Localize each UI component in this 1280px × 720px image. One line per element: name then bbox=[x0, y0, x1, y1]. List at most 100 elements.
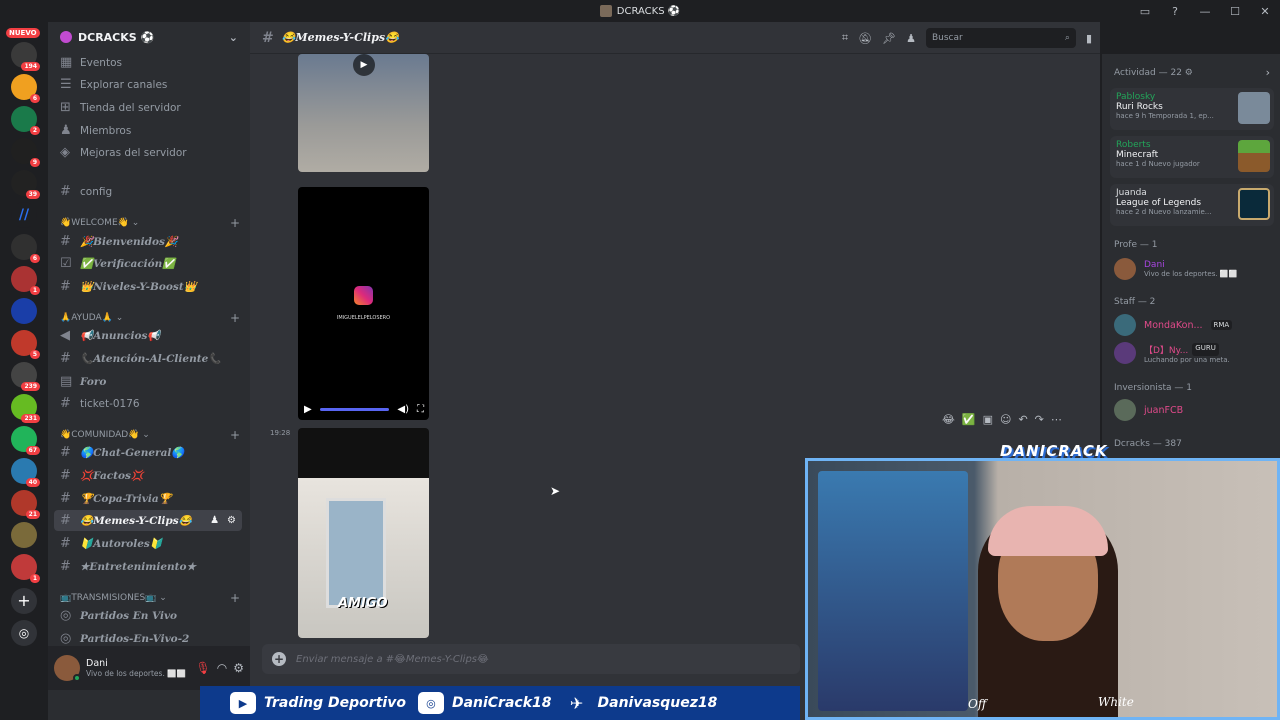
activity-card[interactable]: Juanda League of Legends hace 2 d Nuevo … bbox=[1110, 184, 1274, 226]
sidebar-item-mejoras[interactable]: ◈ Mejoras del servidor bbox=[54, 142, 242, 163]
play-icon[interactable]: ▶ bbox=[304, 404, 312, 415]
hash-icon: # bbox=[60, 513, 71, 528]
reply-icon[interactable]: ↶ bbox=[1018, 413, 1027, 426]
channel-anuncios[interactable]: ◀ 📢Anuncios📢 bbox=[54, 325, 242, 346]
message-composer[interactable]: + Enviar mensaje a #😂Memes-Y-Clips😂 bbox=[262, 644, 800, 674]
sidebar-item-eventos[interactable]: ▦ Eventos bbox=[54, 52, 242, 73]
channel-memes-clips[interactable]: # 😂Memes-Y-Clips😂 ♟ ⚙ bbox=[54, 510, 242, 531]
notifications-muted-icon[interactable]: 🔕︎ bbox=[858, 32, 872, 45]
explore-servers-icon[interactable]: ◎ bbox=[11, 620, 37, 646]
channel-bienvenidos[interactable]: # 🎉Bienvenidos🎉 bbox=[54, 231, 242, 252]
hash-icon: # bbox=[262, 29, 274, 46]
server-icon[interactable]: 21 bbox=[11, 490, 40, 519]
channel-verificacion[interactable]: ☑ ✅Verificación✅ bbox=[54, 253, 242, 274]
mic-muted-icon[interactable]: 🎙︎ bbox=[196, 661, 211, 675]
server-icon[interactable] bbox=[11, 298, 37, 324]
channel-config[interactable]: # config bbox=[54, 181, 242, 202]
server-icon[interactable]: // bbox=[11, 202, 37, 228]
sidebar-item-miembros[interactable]: ♟ Miembros bbox=[54, 120, 242, 141]
channel-partidos[interactable]: ◎ Partidos En Vivo bbox=[54, 605, 242, 626]
category-transmisiones[interactable]: 📺TRANSMISIONES📺 ⌄ + bbox=[60, 591, 240, 605]
sidebar-item-explorar[interactable]: ☰ Explorar canales bbox=[54, 74, 242, 95]
new-badge: NUEVO bbox=[6, 28, 40, 38]
avatar bbox=[1114, 342, 1136, 364]
member-item[interactable]: juanFCB bbox=[1114, 397, 1274, 423]
sidebar-item-tienda[interactable]: ⊞ Tienda del servidor bbox=[54, 97, 242, 118]
reaction-laugh-icon[interactable]: 😂 bbox=[942, 413, 955, 426]
add-channel-icon[interactable]: + bbox=[230, 216, 240, 230]
channel-foro[interactable]: ▤ Foro bbox=[54, 371, 242, 392]
video-attachment-instagram[interactable]: IMIGUELELPELOSERO ▶ ◀) ⛶ bbox=[298, 187, 429, 420]
server-icon[interactable]: 6 bbox=[11, 234, 40, 263]
add-channel-icon[interactable]: + bbox=[230, 591, 240, 605]
add-server-icon[interactable]: + bbox=[11, 588, 37, 614]
server-icon[interactable]: 9 bbox=[11, 138, 40, 167]
channel-atencion[interactable]: # 📞Atención-Al-Cliente📞 bbox=[54, 348, 242, 369]
server-icon[interactable]: 67 bbox=[11, 426, 40, 455]
forward-icon[interactable]: ↷ bbox=[1035, 413, 1044, 426]
reaction-custom-icon[interactable]: ▣ bbox=[983, 413, 993, 426]
server-icon[interactable]: 6 bbox=[11, 74, 40, 103]
channel-autoroles[interactable]: # 🔰Autoroles🔰 bbox=[54, 533, 242, 554]
member-item[interactable]: 【D】Ny... GURU Luchando por una meta. bbox=[1114, 340, 1274, 366]
category-welcome[interactable]: 👋WELCOME👋 ⌄ + bbox=[60, 216, 240, 230]
chevron-right-icon[interactable]: › bbox=[1266, 66, 1270, 79]
server-icon[interactable]: 5 bbox=[11, 330, 40, 359]
server-icon[interactable]: 40 bbox=[11, 458, 40, 487]
pin-icon[interactable]: 📌︎ bbox=[882, 32, 896, 45]
volume-icon[interactable]: ◀) bbox=[397, 404, 409, 415]
volume-slider[interactable] bbox=[319, 407, 390, 411]
invite-icon[interactable]: ♟ bbox=[210, 515, 219, 526]
server-icon[interactable] bbox=[11, 522, 37, 548]
close-button[interactable]: ✕ bbox=[1250, 0, 1280, 22]
user-name: Dani bbox=[86, 658, 108, 669]
channel-copa-trivia[interactable]: # 🏆Copa-Trivia🏆 bbox=[54, 488, 242, 509]
channel-ticket[interactable]: # ticket-0176 bbox=[54, 393, 242, 414]
headphones-icon[interactable]: ◠ bbox=[217, 661, 227, 675]
channel-chat-general[interactable]: # 🌎Chat-General🌎 bbox=[54, 442, 242, 463]
member-list-icon[interactable]: ♟ bbox=[906, 32, 916, 45]
server-list: NUEVO 194 6 2 9 39 // 6 1 5 239 231 67 4… bbox=[0, 22, 48, 720]
play-icon[interactable]: ▶ bbox=[353, 54, 375, 76]
server-icon[interactable]: 39 bbox=[11, 170, 40, 199]
channel-entretenimiento[interactable]: # ★Entretenimiento★ bbox=[54, 556, 242, 577]
category-ayuda[interactable]: 🙏AYUDA🙏 ⌄ + bbox=[60, 311, 240, 325]
member-item[interactable]: MondaKon... RMA bbox=[1114, 312, 1274, 338]
message-hover-toolbar: 😂 ✅ ▣ ☺ ↶ ↷ ⋯ bbox=[942, 410, 1062, 428]
server-icon[interactable]: 231 bbox=[11, 394, 40, 423]
activity-card[interactable]: Roberts Minecraft hace 1 d Nuevo jugador bbox=[1110, 136, 1274, 178]
video-attachment[interactable]: AMIGO bbox=[298, 428, 429, 638]
more-icon[interactable]: ⋯ bbox=[1051, 413, 1062, 426]
add-attachment-icon[interactable]: + bbox=[272, 652, 286, 666]
server-icon[interactable]: 1 bbox=[11, 266, 40, 295]
gear-icon[interactable]: ⚙ bbox=[227, 515, 236, 526]
chevron-down-icon[interactable]: ⌄ bbox=[229, 31, 238, 44]
reaction-check-icon[interactable]: ✅ bbox=[962, 413, 976, 426]
server-icon[interactable]: 1 bbox=[11, 554, 40, 583]
search-input[interactable]: Buscar ⌕ bbox=[925, 28, 1076, 48]
server-header[interactable]: DCRACKS ⚽ ⌄ bbox=[48, 22, 250, 52]
add-channel-icon[interactable]: + bbox=[230, 428, 240, 442]
channel-factos[interactable]: # 💢Factos💢 bbox=[54, 465, 242, 486]
settings-icon[interactable]: ⚙ bbox=[233, 661, 244, 675]
add-channel-icon[interactable]: + bbox=[230, 311, 240, 325]
server-icon[interactable]: 194 bbox=[11, 42, 40, 71]
member-item[interactable]: Dani Vivo de los deportes. ⬜⬜ bbox=[1114, 256, 1274, 282]
server-icon[interactable]: 239 bbox=[11, 362, 40, 391]
threads-icon[interactable]: ⌗ bbox=[842, 31, 848, 45]
webcam-overlay: Off White bbox=[805, 458, 1280, 720]
fullscreen-icon[interactable]: ⛶ bbox=[417, 404, 424, 415]
minimize-button[interactable]: — bbox=[1190, 0, 1220, 22]
avatar bbox=[1114, 314, 1136, 336]
category-comunidad[interactable]: 👋COMUNIDAD👋 ⌄ + bbox=[60, 428, 240, 442]
add-reaction-icon[interactable]: ☺ bbox=[1000, 413, 1011, 426]
video-attachment[interactable]: ▶ bbox=[298, 54, 429, 172]
inbox-icon[interactable]: ▭ bbox=[1130, 0, 1160, 22]
help-icon[interactable]: ? bbox=[1160, 0, 1190, 22]
channel-niveles[interactable]: # 👑Niveles-Y-Boost👑 bbox=[54, 276, 242, 297]
inbox-icon[interactable]: ▮ bbox=[1086, 32, 1092, 45]
avatar[interactable] bbox=[54, 655, 81, 682]
activity-card[interactable]: Pablosky Ruri Rocks hace 9 h Temporada 1… bbox=[1110, 88, 1274, 130]
server-icon[interactable]: 2 bbox=[11, 106, 40, 135]
maximize-button[interactable]: ☐ bbox=[1220, 0, 1250, 22]
